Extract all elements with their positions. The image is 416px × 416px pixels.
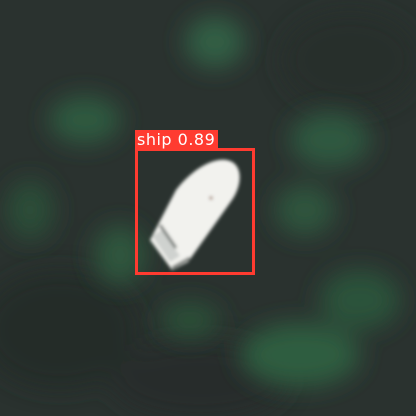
detection-bounding-box — [135, 148, 255, 275]
detection-label: ship 0.89 — [135, 130, 219, 150]
aerial-image: ship 0.89 — [0, 0, 416, 416]
